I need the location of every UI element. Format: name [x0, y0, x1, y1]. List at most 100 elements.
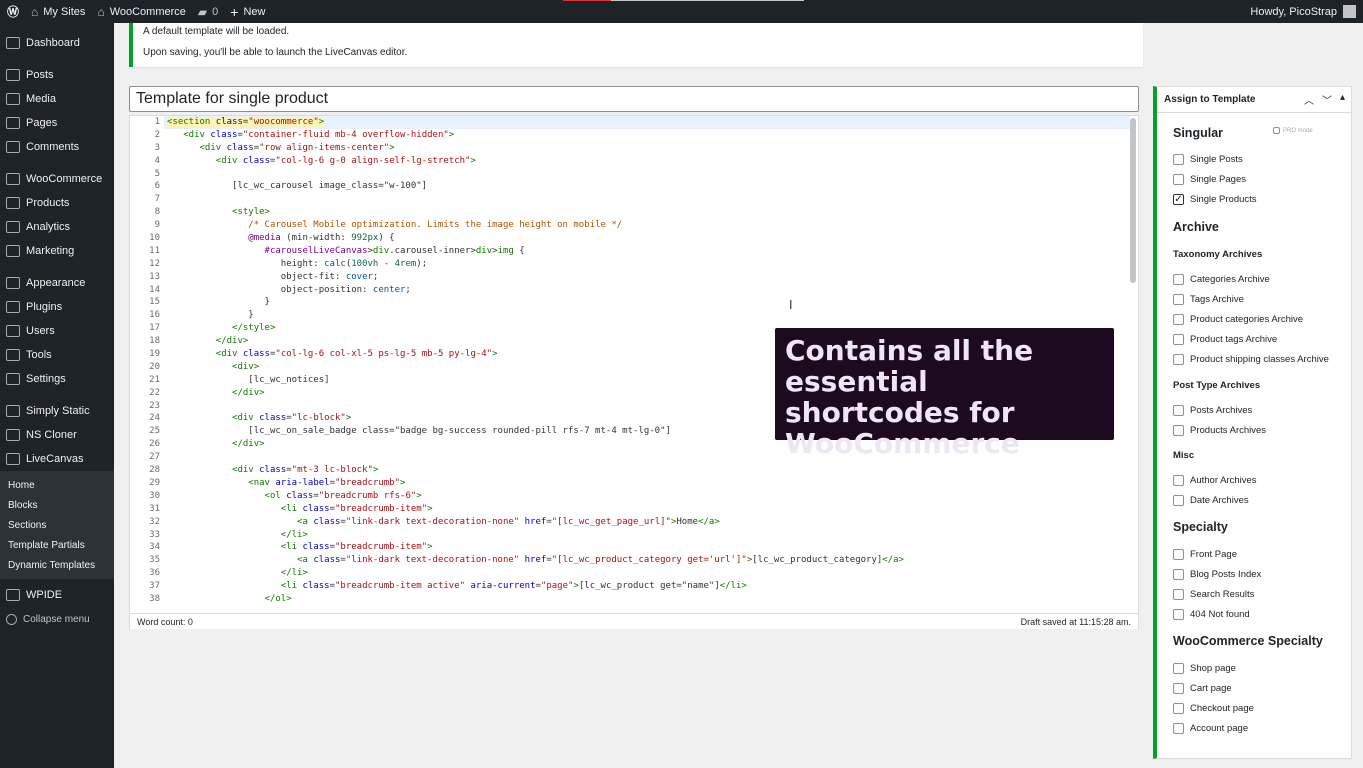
- sidebar-item-products[interactable]: Products: [0, 191, 114, 215]
- comments-link[interactable]: ▰ 0: [192, 0, 224, 23]
- checkbox[interactable]: [1173, 314, 1184, 325]
- post-title-input[interactable]: Template for single product: [129, 86, 1139, 112]
- checkbox[interactable]: [1173, 549, 1184, 560]
- checkbox[interactable]: [1173, 683, 1184, 694]
- sidebar-item-media[interactable]: Media: [0, 87, 114, 111]
- checkbox[interactable]: [1173, 589, 1184, 600]
- dashboard-icon: [6, 37, 20, 49]
- option-single-products[interactable]: ✓ Single Products: [1173, 194, 1257, 205]
- sidebar-item-label: Users: [26, 325, 55, 337]
- section-archive: Archive: [1173, 220, 1219, 234]
- sidebar-item-tools[interactable]: Tools: [0, 343, 114, 367]
- option-products-archives[interactable]: Products Archives: [1173, 425, 1266, 436]
- new-content-menu[interactable]: + New: [224, 0, 271, 23]
- sidebar-item-woocommerce[interactable]: WooCommerce: [0, 167, 114, 191]
- collapse-menu-button[interactable]: Collapse menu: [0, 607, 114, 631]
- sidebar-item-users[interactable]: Users: [0, 319, 114, 343]
- checkbox[interactable]: [1173, 425, 1184, 436]
- option-label: Front Page: [1190, 549, 1237, 560]
- option-product-shipping-classes-archive[interactable]: Product shipping classes Archive: [1173, 354, 1329, 365]
- sidebar-item-comments[interactable]: Comments: [0, 135, 114, 159]
- checkbox[interactable]: [1173, 405, 1184, 416]
- sidebar-item-simply-static[interactable]: Simply Static: [0, 399, 114, 423]
- comment-icon: ▰: [197, 4, 208, 19]
- checkbox[interactable]: [1173, 663, 1184, 674]
- sidebar-item-livecanvas[interactable]: LiveCanvas: [0, 447, 114, 471]
- option-shop-page[interactable]: Shop page: [1173, 663, 1236, 674]
- option-cart-page[interactable]: Cart page: [1173, 683, 1232, 694]
- chevron-up-icon[interactable]: ︿: [1304, 92, 1314, 107]
- brush-icon: [6, 277, 20, 289]
- chevron-down-icon[interactable]: ﹀: [1322, 92, 1332, 107]
- option-label: Posts Archives: [1190, 405, 1253, 416]
- user-account-menu[interactable]: Howdy, PicoStrap: [1244, 0, 1363, 23]
- wordpress-logo-icon[interactable]: Ⓦ: [1, 0, 25, 23]
- comment-icon: [6, 141, 20, 153]
- submenu-item-template-partials[interactable]: Template Partials: [0, 535, 114, 555]
- sidebar-item-label: Tools: [26, 349, 52, 361]
- checkbox[interactable]: [1173, 294, 1184, 305]
- sidebar-item-settings[interactable]: Settings: [0, 367, 114, 391]
- option-blog-posts-index[interactable]: Blog Posts Index: [1173, 569, 1261, 580]
- sidebar-item-wpide[interactable]: WPIDE: [0, 583, 114, 607]
- collapse-panel-icon[interactable]: ▴: [1340, 92, 1345, 107]
- sidebar-item-dashboard[interactable]: Dashboard: [0, 31, 114, 55]
- site-name-label: WooCommerce: [109, 5, 186, 18]
- option-tags-archive[interactable]: Tags Archive: [1173, 294, 1244, 305]
- text-cursor-icon: Ⅰ: [789, 298, 793, 312]
- my-sites-label: My Sites: [43, 5, 86, 18]
- checkbox[interactable]: [1173, 703, 1184, 714]
- sidebar-item-appearance[interactable]: Appearance: [0, 271, 114, 295]
- checkbox[interactable]: [1173, 475, 1184, 486]
- checkbox[interactable]: [1173, 569, 1184, 580]
- checkbox-checked[interactable]: ✓: [1173, 194, 1184, 205]
- option-search-results[interactable]: Search Results: [1173, 589, 1254, 600]
- checkbox[interactable]: [1173, 154, 1184, 165]
- notice-line-1: A default template will be loaded.: [143, 26, 290, 37]
- option-categories-archive[interactable]: Categories Archive: [1173, 274, 1270, 285]
- sidebar-item-label: Products: [26, 197, 70, 209]
- sidebar-item-ns-cloner[interactable]: NS Cloner: [0, 423, 114, 447]
- submenu-item-blocks[interactable]: Blocks: [0, 495, 114, 515]
- checkbox[interactable]: [1173, 174, 1184, 185]
- collapse-menu-label: Collapse menu: [23, 613, 90, 625]
- submenu-item-home[interactable]: Home: [0, 475, 114, 495]
- checkbox[interactable]: [1173, 334, 1184, 345]
- sidebar-item-analytics[interactable]: Analytics: [0, 215, 114, 239]
- sidebar-item-plugins[interactable]: Plugins: [0, 295, 114, 319]
- info-notice: A default template will be loaded. Upon …: [129, 23, 1143, 67]
- sidebar-item-label: Comments: [26, 141, 80, 153]
- option-date-archives[interactable]: Date Archives: [1173, 495, 1249, 506]
- checkbox[interactable]: [1173, 274, 1184, 285]
- editor-scrollbar[interactable]: [1130, 118, 1136, 283]
- option-account-page[interactable]: Account page: [1173, 723, 1248, 734]
- option-single-posts[interactable]: Single Posts: [1173, 154, 1243, 165]
- site-name-menu[interactable]: ⌂ WooCommerce: [91, 0, 191, 23]
- panel-title: Assign to Template: [1164, 94, 1256, 105]
- my-sites-menu[interactable]: ⌂ My Sites: [25, 0, 91, 23]
- sidebar-item-pages[interactable]: Pages: [0, 111, 114, 135]
- option-checkout-page[interactable]: Checkout page: [1173, 703, 1254, 714]
- option-label: Categories Archive: [1190, 274, 1270, 285]
- option-product-categories-archive[interactable]: Product categories Archive: [1173, 314, 1303, 325]
- option-product-tags-archive[interactable]: Product tags Archive: [1173, 334, 1277, 345]
- checkbox[interactable]: [1173, 723, 1184, 734]
- submenu-item-dynamic-templates[interactable]: Dynamic Templates: [0, 555, 114, 575]
- pro-mode-toggle[interactable]: PRO mode: [1273, 127, 1313, 134]
- sidebar-item-posts[interactable]: Posts: [0, 63, 114, 87]
- checkbox[interactable]: [1173, 609, 1184, 620]
- comments-count: 0: [212, 5, 219, 18]
- option-posts-archives[interactable]: Posts Archives: [1173, 405, 1252, 416]
- option-front-page[interactable]: Front Page: [1173, 549, 1237, 560]
- subsection-post-type-archives: Post Type Archives: [1173, 380, 1261, 391]
- word-count: Word count: 0: [137, 616, 193, 627]
- option-single-pages[interactable]: Single Pages: [1173, 174, 1246, 185]
- checkbox[interactable]: [1173, 354, 1184, 365]
- option-404-not-found[interactable]: 404 Not found: [1173, 609, 1250, 620]
- pro-mode-checkbox[interactable]: [1273, 127, 1280, 134]
- sidebar-item-marketing[interactable]: Marketing: [0, 239, 114, 263]
- section-specialty: Specialty: [1173, 520, 1228, 534]
- checkbox[interactable]: [1173, 495, 1184, 506]
- option-author-archives[interactable]: Author Archives: [1173, 475, 1257, 486]
- submenu-item-sections[interactable]: Sections: [0, 515, 114, 535]
